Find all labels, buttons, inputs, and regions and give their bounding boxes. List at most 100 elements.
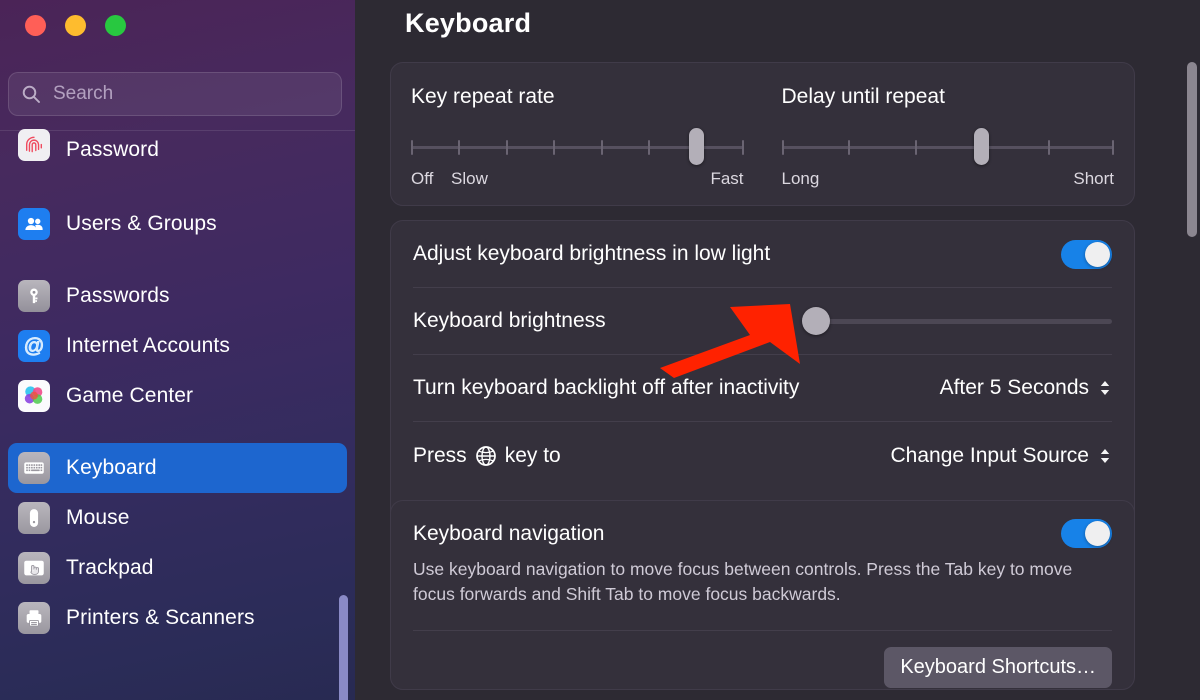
keyboard-navigation-title: Keyboard navigation [413,521,605,545]
key-repeat-fast-label: Fast [710,169,744,188]
sidebar-item-internet-accounts[interactable]: @ @ Internet Accounts [8,321,347,371]
internet-accounts-at-icon: @ @ [18,330,50,362]
delay-scale-labels: Long Short [782,169,1115,191]
sidebar-scrollbar[interactable] [339,595,348,700]
key-repeat-rate-slider[interactable] [411,128,744,165]
backlight-off-selected-value: After 5 Seconds [939,376,1089,399]
search-icon [21,84,41,104]
delay-until-repeat-group: Delay until repeat Long Short [781,85,1115,191]
close-button[interactable] [25,15,46,36]
maximize-button[interactable] [105,15,126,36]
key-repeat-rate-thumb[interactable] [688,128,704,165]
chevron-up-down-icon [1098,379,1112,397]
tick [1047,140,1050,155]
keyboard-brightness-slider[interactable] [802,307,1112,335]
keyboard-brightness-track [802,319,1112,324]
key-repeat-rate-group: Key repeat rate Off Slow Fast [411,85,744,191]
main-scrollbar[interactable] [1187,62,1197,237]
passwords-key-icon [18,280,50,312]
sidebar-item-label-game-center: Game Center [66,383,194,407]
sidebar-item-label-trackpad: Trackpad [66,555,154,579]
key-repeat-rate-label: Key repeat rate [411,85,555,108]
repeat-rate-panel: Key repeat rate Off Slow Fast Delay unti… [390,62,1135,206]
sidebar-item-mouse[interactable]: Mouse [8,493,347,543]
sidebar-item-users-groups[interactable]: Users & Groups [8,199,347,249]
row-globe-key: Press key to Change Input Source [413,422,1112,489]
keyboard-navigation-description: Use keyboard navigation to move focus be… [413,559,1073,605]
sidebar-nav-list: Touch ID & Password Users & Groups [0,121,355,643]
sidebar-item-label-users-groups: Users & Groups [66,211,217,235]
sidebar-item-label-printers-scanners: Printers & Scanners [66,605,255,629]
sidebar-item-trackpad[interactable]: Trackpad [8,543,347,593]
mouse-icon [18,502,50,534]
delay-until-repeat-slider[interactable] [781,128,1115,165]
tick [411,140,413,155]
tick [505,140,508,155]
chevron-up-down-icon [1098,447,1112,465]
adjust-brightness-toggle[interactable] [1061,239,1112,269]
sidebar-item-label-internet-accounts: Internet Accounts [66,333,230,357]
tick [1112,140,1115,155]
tick [600,140,603,155]
delay-long-label: Long [781,169,820,188]
sidebar-item-label-touch-id: Password [66,138,160,162]
sidebar-item-label-touch-id-line1: Touch ID & [66,111,170,135]
toggle-knob [1085,241,1110,267]
keyboard-brightness-slider-thumb[interactable] [802,307,830,335]
sidebar-item-keyboard[interactable]: Keyboard [8,443,347,493]
globe-key-popup-button[interactable]: Change Input Source [891,444,1112,468]
globe-key-label: Press key to [413,444,561,468]
key-repeat-rate-scale-labels: Off Slow Fast [411,169,744,191]
sidebar: Touch ID & Password Users & Groups [0,0,355,700]
users-groups-icon [18,208,50,240]
trackpad-icon [18,552,50,584]
row-keyboard-brightness: Keyboard brightness [413,288,1112,355]
backlight-off-label: Turn keyboard backlight off after inacti… [413,376,800,399]
sidebar-group-gap-2 [8,421,347,443]
sidebar-item-label-passwords: Passwords [66,283,170,307]
sidebar-item-touch-id-password[interactable]: Touch ID & Password [8,121,347,199]
key-repeat-slow-label: Slow [451,169,488,188]
keyboard-navigation-panel: Keyboard navigation Use keyboard navigat… [390,500,1135,690]
keyboard-navigation-header: Keyboard navigation [413,519,1112,548]
svg-text:@: @ [24,336,45,358]
row-adjust-brightness: Adjust keyboard brightness in low light [413,221,1112,288]
tick [781,140,784,155]
keyboard-navigation-toggle[interactable] [1061,519,1112,548]
sidebar-item-passwords[interactable]: Passwords [8,271,347,321]
tick [848,140,850,155]
sidebar-item-printers-scanners[interactable]: Printers & Scanners [8,593,347,643]
keyboard-brightness-label: Keyboard brightness [413,309,606,332]
globe-key-label-prefix: Press [413,443,467,467]
sidebar-item-game-center[interactable]: Game Center [8,371,347,421]
toggle-knob [1085,521,1110,546]
delay-short-label: Short [1073,169,1114,188]
keyboard-icon [18,452,50,484]
page-title: Keyboard [405,8,532,38]
system-settings-window: Touch ID & Password Users & Groups [0,0,1200,700]
delay-until-repeat-thumb[interactable] [974,128,989,165]
delay-until-repeat-label: Delay until repeat [781,85,945,108]
key-repeat-off-label: Off [411,169,434,188]
printer-icon [18,602,50,634]
tick [741,140,744,155]
search-field[interactable] [8,72,342,116]
globe-key-label-suffix: key to [504,443,561,467]
row-backlight-off: Turn keyboard backlight off after inacti… [413,355,1112,422]
sidebar-item-label-keyboard: Keyboard [66,455,157,479]
adjust-brightness-label: Adjust keyboard brightness in low light [413,242,771,265]
backlight-off-popup-button[interactable]: After 5 Seconds [940,376,1112,400]
minimize-button[interactable] [65,15,86,36]
search-input[interactable] [53,83,329,105]
globe-icon [475,445,497,467]
delay-track [781,146,1114,149]
keyboard-shortcuts-row: Keyboard Shortcuts… [413,631,1112,688]
keyboard-shortcuts-button[interactable]: Keyboard Shortcuts… [884,646,1112,688]
game-center-icon [18,380,50,412]
window-traffic-lights [25,15,126,36]
globe-key-selected-value: Change Input Source [890,443,1089,467]
tick [914,140,917,155]
touch-id-icon [18,129,50,161]
sidebar-item-label-mouse: Mouse [66,505,130,529]
